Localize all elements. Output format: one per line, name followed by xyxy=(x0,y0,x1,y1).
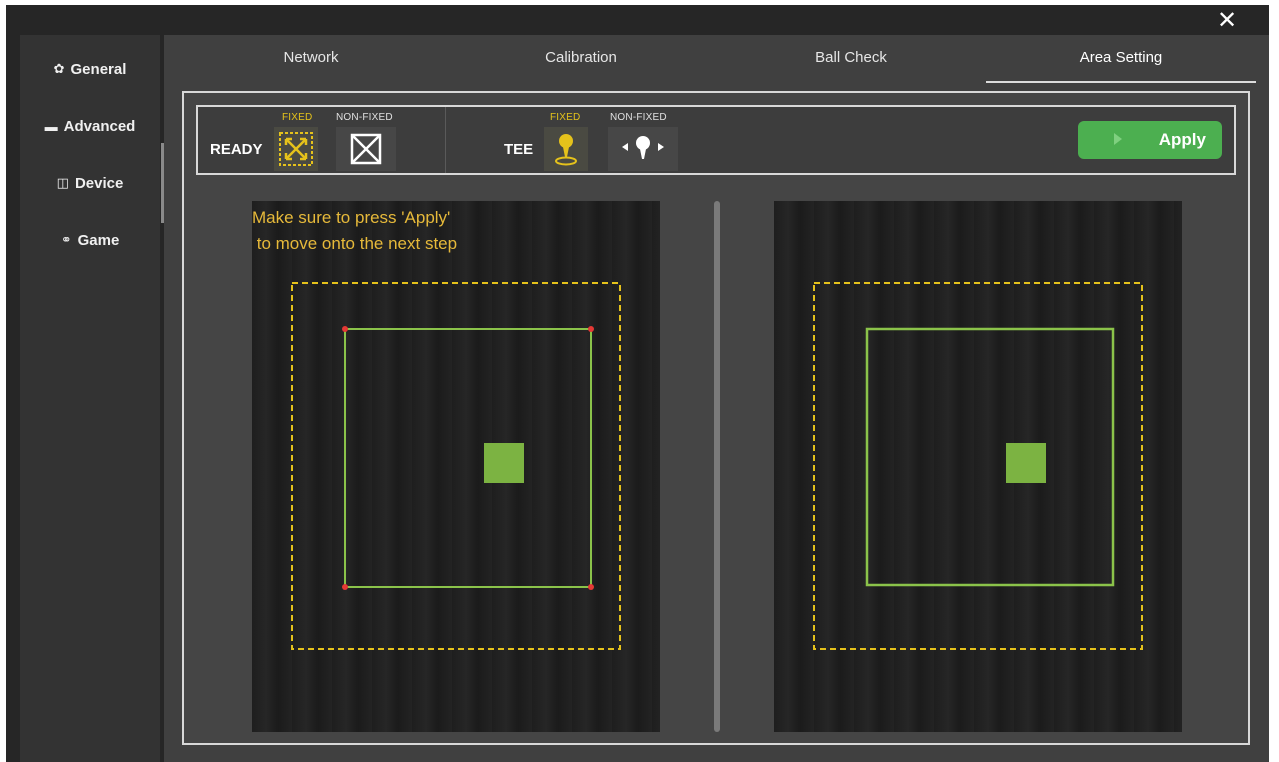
settings-window: ✕ ✿ General ▬ Advanced ◫ Device ⚭ Game N… xyxy=(6,5,1269,762)
camera-view-right xyxy=(774,201,1182,732)
tab-ball-check[interactable]: Ball Check xyxy=(716,47,986,83)
target-marker[interactable] xyxy=(484,443,524,483)
ready-non-fixed-label: NON-FIXED xyxy=(336,112,393,123)
sidebar-item-device[interactable]: ◫ Device xyxy=(20,143,164,223)
apply-button[interactable]: Apply xyxy=(1078,121,1222,159)
area-overlay-right xyxy=(813,282,1143,650)
tab-network[interactable]: Network xyxy=(176,47,446,83)
camera-view-left: Make sure to press 'Apply' to move onto … xyxy=(252,201,660,732)
non-fixed-area-icon xyxy=(350,133,382,165)
close-icon[interactable]: ✕ xyxy=(1215,9,1239,33)
area-overlay-left xyxy=(291,282,621,650)
sidebar-item-label: Game xyxy=(77,231,120,249)
tab-area-setting[interactable]: Area Setting xyxy=(986,47,1256,83)
ready-non-fixed-button[interactable] xyxy=(336,127,396,171)
target-marker[interactable] xyxy=(1006,443,1046,483)
ready-label: READY xyxy=(210,141,263,158)
gamepad-icon: ⚭ xyxy=(60,232,72,247)
sidebar: ✿ General ▬ Advanced ◫ Device ⚭ Game xyxy=(20,35,164,762)
corner-handle-bottom-right[interactable] xyxy=(588,584,594,590)
sidebar-item-label: Device xyxy=(74,174,124,192)
tee-non-fixed-label: NON-FIXED xyxy=(610,112,667,123)
play-icon xyxy=(1114,133,1122,145)
sidebar-item-label: Advanced xyxy=(63,117,136,135)
chat-bubble-icon: ▬ xyxy=(44,118,58,134)
tee-fixed-label: FIXED xyxy=(550,112,581,123)
toolbar-divider xyxy=(445,107,446,173)
corner-handle-top-right[interactable] xyxy=(588,326,594,332)
ready-fixed-label: FIXED xyxy=(282,112,313,123)
tab-calibration[interactable]: Calibration xyxy=(446,47,716,83)
ready-fixed-button[interactable] xyxy=(274,127,318,171)
inner-area-box[interactable] xyxy=(865,327,1115,587)
sidebar-item-general[interactable]: ✿ General xyxy=(20,49,160,89)
tee-non-fixed-icon xyxy=(622,136,664,159)
apply-label: Apply xyxy=(1158,130,1206,149)
device-icon: ◫ xyxy=(56,175,69,190)
hint-line-1: Make sure to press 'Apply' xyxy=(252,208,451,227)
tee-label: TEE xyxy=(504,141,534,158)
gear-icon: ✿ xyxy=(53,61,65,76)
corner-handle-bottom-left[interactable] xyxy=(342,584,348,590)
view-splitter[interactable] xyxy=(714,201,720,732)
tee-non-fixed-button[interactable] xyxy=(608,127,678,171)
tee-fixed-button[interactable] xyxy=(544,127,588,171)
hint-line-2: to move onto the next step xyxy=(252,234,458,253)
inner-area-box[interactable] xyxy=(344,328,592,588)
outer-area-dashed xyxy=(291,282,621,650)
content-area: Network Calibration Ball Check Area Sett… xyxy=(164,35,1269,762)
tee-fixed-icon xyxy=(555,134,577,166)
mode-toolbar: READY FIXED NON-FIXED TEE FIXED NON-FIXE… xyxy=(196,105,1236,175)
corner-handle-top-left[interactable] xyxy=(342,326,348,332)
sidebar-item-game[interactable]: ⚭ Game xyxy=(20,220,160,260)
sidebar-item-advanced[interactable]: ▬ Advanced xyxy=(20,106,160,146)
area-setting-panel: READY FIXED NON-FIXED TEE FIXED NON-FIXE… xyxy=(182,91,1250,745)
fixed-area-icon xyxy=(279,132,313,166)
sidebar-item-label: General xyxy=(70,60,127,78)
outer-area-dashed xyxy=(813,282,1143,650)
hint-text: Make sure to press 'Apply' to move onto … xyxy=(252,205,457,257)
